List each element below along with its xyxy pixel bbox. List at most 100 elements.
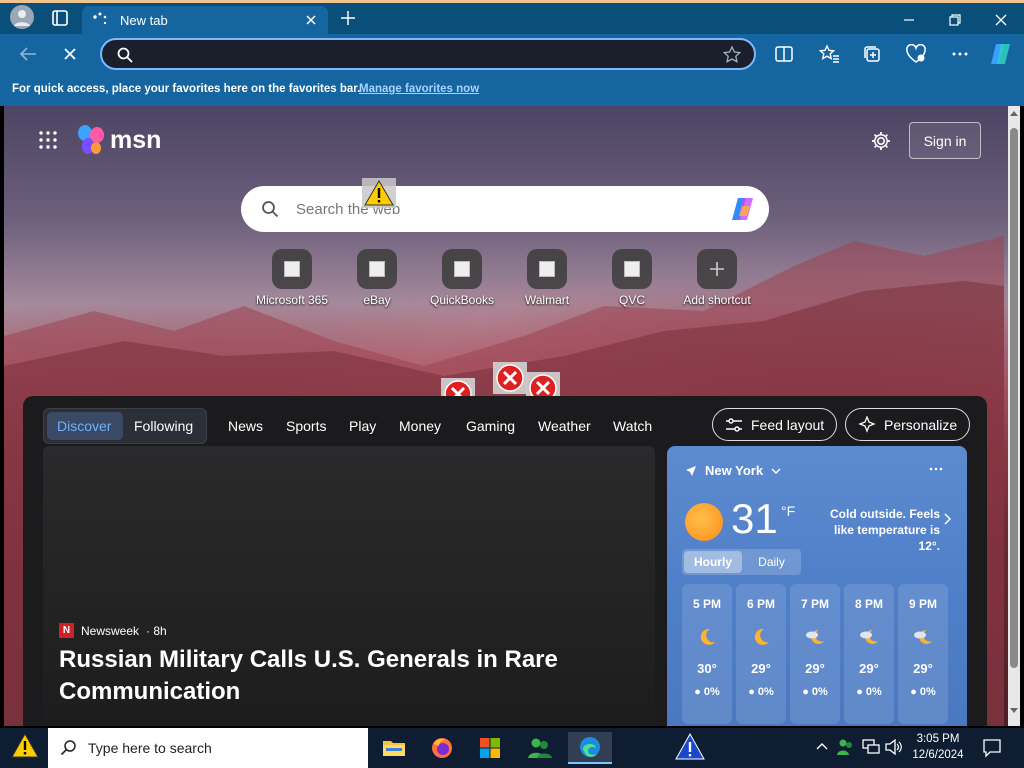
toolbar xyxy=(0,34,1024,74)
more-options-icon[interactable] xyxy=(929,466,943,472)
add-shortcut-button[interactable]: Add shortcut xyxy=(672,249,762,307)
hour-time: 9 PM xyxy=(908,597,937,611)
back-icon[interactable] xyxy=(18,45,38,63)
warning-icon[interactable] xyxy=(10,732,40,760)
new-tab-button[interactable] xyxy=(339,9,357,27)
sun-icon xyxy=(685,503,723,541)
feed-layout-button[interactable]: Feed layout xyxy=(712,408,838,441)
scroll-down-icon[interactable] xyxy=(1010,708,1018,714)
tab-daily[interactable]: Daily xyxy=(744,551,799,573)
hour-temp: 30° xyxy=(697,661,717,676)
network-icon[interactable] xyxy=(862,739,880,755)
personalize-label: Personalize xyxy=(884,416,958,433)
settings-gear-icon[interactable] xyxy=(870,130,892,152)
stop-loading-icon[interactable] xyxy=(62,46,78,62)
weather-card[interactable]: New York 31 °F Cold outside. Feels like … xyxy=(667,446,967,726)
feed-layout-label: Feed layout xyxy=(751,416,825,433)
restore-button[interactable] xyxy=(932,6,978,34)
shortcut-ebay[interactable]: eBay xyxy=(332,249,422,307)
hour-precip: ● 0% xyxy=(910,686,936,698)
chevron-right-icon[interactable] xyxy=(943,513,951,525)
more-options-icon[interactable] xyxy=(950,46,970,62)
nav-money[interactable]: Money xyxy=(399,418,441,434)
copilot-icon[interactable] xyxy=(988,41,1014,67)
nav-watch[interactable]: Watch xyxy=(613,418,652,434)
file-explorer-icon[interactable] xyxy=(372,732,416,764)
msn-logo[interactable]: msn xyxy=(76,124,161,156)
tab-new-tab[interactable]: New tab xyxy=(82,6,328,34)
alert-triangle-icon[interactable] xyxy=(674,732,706,762)
feed-panel: Discover Following News Sports Play Mone… xyxy=(23,396,987,726)
people-tray-icon[interactable] xyxy=(836,738,856,756)
address-bar[interactable] xyxy=(100,38,756,70)
weather-location[interactable]: New York xyxy=(685,463,781,478)
warning-icon xyxy=(362,178,396,208)
system-clock[interactable]: 3:05 PM 12/6/2024 xyxy=(908,731,968,763)
taskbar-search-box[interactable]: Type here to search xyxy=(48,728,368,768)
title-bar: New tab xyxy=(0,0,1024,34)
tab-discover[interactable]: Discover xyxy=(47,412,123,440)
minimize-button[interactable] xyxy=(886,6,932,34)
tab-following[interactable]: Following xyxy=(134,418,193,434)
broken-image-icon xyxy=(357,249,397,289)
notifications-icon[interactable] xyxy=(982,738,1002,758)
people-app-icon[interactable] xyxy=(518,732,562,764)
forecast-tabs: Hourly Daily xyxy=(682,549,801,575)
manage-favorites-link[interactable]: Manage favorites now xyxy=(359,83,479,95)
apps-grid-icon[interactable] xyxy=(38,130,58,150)
volume-icon[interactable] xyxy=(885,739,903,755)
favorite-star-icon[interactable] xyxy=(722,45,742,65)
nav-news[interactable]: News xyxy=(228,418,263,434)
search-icon xyxy=(261,200,279,218)
edge-icon[interactable] xyxy=(568,732,612,764)
hour-time: 8 PM xyxy=(854,597,883,611)
hour-temp: 29° xyxy=(913,661,933,676)
tab-actions-icon[interactable] xyxy=(50,8,70,28)
page-scrollbar[interactable] xyxy=(1008,106,1020,726)
tab-hourly[interactable]: Hourly xyxy=(684,551,742,573)
favorites-bar-message: For quick access, place your favorites h… xyxy=(12,83,361,95)
broken-image-icon xyxy=(527,249,567,289)
collections-icon[interactable] xyxy=(862,44,882,64)
shortcut-quickbooks[interactable]: QuickBooks xyxy=(417,249,507,307)
scroll-up-icon[interactable] xyxy=(1010,110,1018,116)
temp-unit: °F xyxy=(781,503,796,519)
shortcut-label: Walmart xyxy=(524,293,570,307)
sparkle-pen-icon xyxy=(858,415,876,433)
nav-gaming[interactable]: Gaming xyxy=(466,418,515,434)
microsoft-store-icon[interactable] xyxy=(468,732,512,764)
profile-avatar[interactable] xyxy=(10,5,34,29)
browser-essentials-icon[interactable] xyxy=(905,44,927,64)
nav-play[interactable]: Play xyxy=(349,418,376,434)
nav-sports[interactable]: Sports xyxy=(286,418,326,434)
shortcut-qvc[interactable]: QVC xyxy=(587,249,677,307)
moon-icon xyxy=(750,626,772,648)
shortcut-label: QuickBooks xyxy=(429,293,495,307)
favorites-icon[interactable] xyxy=(818,44,840,64)
scrollbar-thumb[interactable] xyxy=(1010,128,1018,668)
close-window-button[interactable] xyxy=(978,6,1024,34)
firefox-icon[interactable] xyxy=(420,732,464,764)
web-search-box[interactable]: Search the web xyxy=(241,186,769,232)
error-icon xyxy=(493,362,527,394)
headline[interactable]: Russian Military Calls U.S. Generals in … xyxy=(59,644,619,708)
shortcut-walmart[interactable]: Walmart xyxy=(502,249,592,307)
chevron-up-icon[interactable] xyxy=(816,742,828,750)
hour-precip: ● 0% xyxy=(856,686,882,698)
personalize-button[interactable]: Personalize xyxy=(845,408,971,441)
msn-brand-text: msn xyxy=(110,125,162,154)
msn-butterfly-icon xyxy=(78,125,104,154)
chevron-down-icon xyxy=(771,468,781,474)
copilot-icon[interactable] xyxy=(729,196,757,222)
hero-news-card[interactable]: N Newsweek · 8h Russian Military Calls U… xyxy=(43,446,655,726)
sign-in-button[interactable]: Sign in xyxy=(909,122,981,159)
tab-discover-label: Discover xyxy=(57,418,112,434)
hour-temp: 29° xyxy=(805,661,825,676)
close-tab-icon[interactable] xyxy=(304,13,318,27)
hour-time: 7 PM xyxy=(800,597,829,611)
shortcut-label: Microsoft 365 xyxy=(255,293,329,307)
broken-image-icon xyxy=(442,249,482,289)
split-screen-icon[interactable] xyxy=(774,45,794,63)
shortcut-microsoft-365[interactable]: Microsoft 365 xyxy=(247,249,337,307)
nav-weather[interactable]: Weather xyxy=(538,418,591,434)
